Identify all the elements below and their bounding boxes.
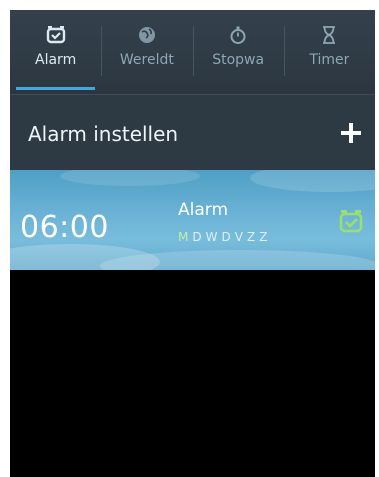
globe-icon xyxy=(136,24,158,46)
tab-stopwatch[interactable]: Stopwa xyxy=(192,10,284,94)
tab-bar: Alarm Wereldt Stopwa Timer xyxy=(10,10,375,94)
day-tuesday: D xyxy=(192,230,204,244)
day-monday: M xyxy=(178,230,191,244)
tab-timer[interactable]: Timer xyxy=(283,10,375,94)
day-wednesday: W xyxy=(205,230,220,244)
tab-alarm[interactable]: Alarm xyxy=(10,10,101,94)
hourglass-icon xyxy=(318,24,340,46)
plus-icon xyxy=(341,123,361,143)
alarm-name: Alarm xyxy=(178,200,229,220)
tab-world-clock[interactable]: Wereldt xyxy=(101,10,192,94)
alarm-list-item[interactable]: 06:00 Alarm M D W D V Z Z xyxy=(10,170,375,270)
add-alarm-button[interactable] xyxy=(333,115,369,151)
alarm-time: 06:00 xyxy=(20,210,109,245)
clock-app-screen: Alarm Wereldt Stopwa Timer Alarm instell… xyxy=(10,10,375,477)
alarm-clock-icon xyxy=(45,24,67,46)
tab-world-clock-label: Wereldt xyxy=(119,52,174,68)
day-sunday: Z xyxy=(259,230,270,244)
alarm-repeat-days: M D W D V Z Z xyxy=(178,230,271,244)
tab-stopwatch-label: Stopwa xyxy=(212,52,265,68)
alarm-clock-icon xyxy=(339,210,363,233)
alarm-toggle[interactable] xyxy=(338,208,364,234)
day-thursday: D xyxy=(221,230,233,244)
stopwatch-icon xyxy=(227,24,249,46)
day-friday: V xyxy=(234,230,245,244)
set-alarm-header: Alarm instellen xyxy=(10,94,375,170)
tab-alarm-label: Alarm xyxy=(35,52,77,68)
day-saturday: Z xyxy=(246,230,258,244)
set-alarm-title: Alarm instellen xyxy=(28,122,179,146)
tab-timer-label: Timer xyxy=(309,52,350,68)
